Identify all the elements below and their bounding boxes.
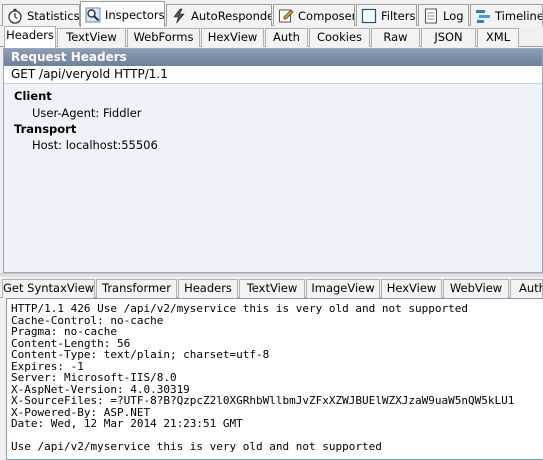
- request-tab-raw[interactable]: Raw: [371, 28, 420, 47]
- response-line: HTTP/1.1 426 Use /api/v2/myservice this …: [11, 302, 468, 315]
- response-tab-imageview[interactable]: ImageView: [306, 279, 380, 298]
- main-tab-strip: Statistics Inspectors AutoResponder Comp…: [0, 0, 543, 27]
- response-tab-transformer[interactable]: Transformer: [96, 279, 177, 298]
- response-line: Date: Wed, 12 Mar 2014 21:23:51 GMT: [11, 417, 243, 430]
- response-inspector-tabs: Get SyntaxView Transformer Headers TextV…: [0, 277, 543, 298]
- header-user-agent[interactable]: User-Agent: Fiddler: [32, 106, 142, 120]
- tab-label: Log: [443, 8, 464, 23]
- tab-autoresponder[interactable]: AutoResponder: [166, 4, 272, 26]
- tab-label: Statistics: [27, 8, 80, 23]
- response-line: Server: Microsoft-IIS/8.0: [11, 371, 177, 384]
- request-headers-title: Request Headers: [4, 49, 542, 66]
- header-group-client[interactable]: Client: [14, 89, 52, 103]
- request-tab-textview[interactable]: TextView: [57, 28, 126, 47]
- request-line[interactable]: GET /api/veryold HTTP/1.1: [4, 66, 542, 84]
- tab-timeline[interactable]: Timeline: [470, 4, 543, 26]
- tab-label: AutoResponder: [191, 8, 272, 23]
- request-tab-auth[interactable]: Auth: [265, 28, 308, 47]
- document-icon: [425, 8, 437, 23]
- response-tab-auth[interactable]: Auth: [510, 279, 543, 298]
- tab-label: Inspectors: [105, 7, 165, 22]
- request-tab-headers[interactable]: Headers: [4, 26, 56, 48]
- header-group-transport[interactable]: Transport: [14, 122, 76, 136]
- response-tab-get-syntaxview[interactable]: Get SyntaxView: [2, 279, 95, 298]
- response-line: Use /api/v2/myservice this is very old a…: [11, 440, 382, 453]
- request-tab-xml[interactable]: XML: [477, 28, 519, 47]
- tab-label: Filters: [381, 8, 416, 23]
- request-tab-webforms[interactable]: WebForms: [127, 28, 200, 47]
- tab-label: Composer: [298, 8, 355, 23]
- response-tab-textview[interactable]: TextView: [239, 279, 305, 298]
- checkbox-icon: [361, 8, 377, 23]
- timeline-icon: [476, 9, 490, 23]
- response-raw-text: HTTP/1.1 426 Use /api/v2/myservice this …: [7, 299, 543, 453]
- response-line: Pragma: no-cache: [11, 325, 117, 338]
- request-headers-panel: Request Headers GET /api/veryold HTTP/1.…: [3, 48, 543, 273]
- request-tab-cookies[interactable]: Cookies: [309, 28, 370, 47]
- response-line: X-SourceFiles: =?UTF-8?B?QzpcZ2l0XGRhbWl…: [11, 394, 515, 407]
- tab-inspectors[interactable]: Inspectors: [80, 1, 165, 27]
- response-tab-hexview[interactable]: HexView: [381, 279, 442, 298]
- request-tab-hexview[interactable]: HexView: [201, 28, 264, 47]
- tab-label: Timeline: [495, 8, 543, 23]
- header-host[interactable]: Host: localhost:55506: [32, 138, 158, 152]
- lightning-icon: [173, 8, 185, 23]
- response-raw-textarea[interactable]: HTTP/1.1 426 Use /api/v2/myservice this …: [6, 298, 543, 460]
- response-tab-headers[interactable]: Headers: [178, 279, 238, 298]
- request-tab-json[interactable]: JSON: [421, 28, 476, 47]
- pencil-icon: [279, 9, 294, 22]
- tab-log[interactable]: Log: [418, 4, 469, 26]
- magnifier-icon: [85, 7, 101, 22]
- tab-filters[interactable]: Filters: [356, 4, 417, 26]
- response-line: Content-Type: text/plain; charset=utf-8: [11, 348, 270, 361]
- request-inspector-tabs: Headers TextView WebForms HexView Auth C…: [0, 26, 543, 48]
- tab-composer[interactable]: Composer: [273, 4, 355, 26]
- response-tab-webview[interactable]: WebView: [443, 279, 509, 298]
- stopwatch-icon: [8, 8, 22, 24]
- tab-statistics[interactable]: Statistics: [2, 4, 80, 26]
